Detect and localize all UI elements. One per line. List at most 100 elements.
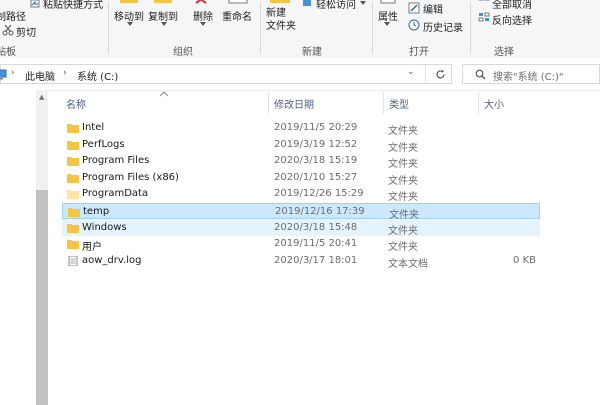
chevron-down-icon[interactable]: [127, 22, 133, 26]
file-name: aow_drv.log: [82, 255, 142, 266]
ribbon: 粘贴快捷方式 复制路径 剪切 贴板 移动到 复制到 删除 重命名 组织 新建文件…: [0, 0, 600, 59]
folder-icon: [67, 190, 79, 199]
folder-icon: [67, 157, 79, 166]
file-type: 文件夹: [388, 242, 418, 253]
edit-icon: [408, 2, 420, 14]
ribbon-divider: [470, 2, 471, 54]
ribbon-divider: [260, 2, 261, 54]
address-divider: [425, 65, 426, 83]
chevron-right-icon[interactable]: ›: [63, 68, 67, 78]
column-header-size[interactable]: 大小: [484, 96, 504, 111]
history-icon: [408, 19, 420, 31]
chevron-down-icon[interactable]: [161, 22, 167, 26]
file-row[interactable]: 用户 2019/11/5 20:41 文件夹: [62, 236, 540, 253]
column-header-date[interactable]: 修改日期: [274, 96, 314, 111]
file-row[interactable]: Intel 2019/11/5 20:29 文件夹: [62, 120, 540, 137]
new-folder-button[interactable]: 新建 文件夹: [266, 7, 296, 33]
folder-icon: [68, 208, 80, 217]
breadcrumb-system-c[interactable]: 系统 (C:): [77, 68, 118, 83]
column-divider[interactable]: [383, 92, 384, 114]
file-name: Intel: [82, 122, 105, 133]
file-type: 文件夹: [388, 226, 418, 237]
delete-button[interactable]: 删除: [193, 8, 213, 23]
file-row[interactable]: temp 2019/12/16 17:39 文件夹: [62, 203, 540, 221]
properties-button[interactable]: 属性: [378, 8, 398, 23]
column-divider[interactable]: [268, 92, 269, 114]
file-name: Program Files (x86): [82, 172, 179, 183]
file-date: 2020/1/10 15:27: [274, 172, 358, 183]
file-row[interactable]: aow_drv.log 2020/3/17 18:01 文本文档 0 KB: [62, 253, 540, 270]
easy-access-icon: [303, 0, 311, 6]
new-folder-icon: [270, 0, 290, 3]
chevron-down-icon[interactable]: [200, 22, 206, 26]
new-group-label: 新建: [302, 47, 322, 58]
file-name: temp: [83, 206, 110, 217]
open-group-label: 打开: [409, 47, 429, 58]
easy-access-button[interactable]: 轻松访问: [316, 0, 356, 11]
copy-path-button[interactable]: 复制路径: [0, 8, 26, 23]
pc-icon: [0, 69, 7, 80]
chevron-down-icon[interactable]: [360, 1, 366, 5]
select-group-label: 选择: [494, 47, 514, 58]
clipboard-group-label: 贴板: [0, 47, 16, 58]
edit-button[interactable]: 编辑: [423, 1, 443, 16]
file-date: 2019/11/5 20:29: [274, 122, 358, 133]
refresh-icon[interactable]: [435, 69, 446, 80]
file-type: 文件夹: [389, 210, 419, 221]
address-bar[interactable]: › 此电脑 › 系统 (C:) ⌄: [0, 64, 452, 84]
scroll-up-icon[interactable]: ▲: [39, 93, 44, 101]
file-row[interactable]: Program Files (x86) 2020/1/10 15:27 文件夹: [62, 170, 540, 187]
chevron-down-icon[interactable]: ⌄: [407, 67, 415, 77]
address-row: › 此电脑 › 系统 (C:) ⌄ 搜索"系统 (C:)": [0, 58, 600, 91]
nav-scrollbar[interactable]: ▲: [36, 90, 48, 405]
sort-up-icon: [159, 91, 169, 97]
file-date: 2019/12/26 15:29: [274, 188, 364, 199]
column-divider[interactable]: [478, 92, 479, 114]
paste-shortcut-button[interactable]: 粘贴快捷方式: [43, 0, 103, 11]
file-type: 文件夹: [388, 176, 418, 187]
invert-selection-button[interactable]: 反向选择: [492, 12, 532, 27]
copy-to-button[interactable]: 复制到: [148, 8, 178, 23]
breadcrumb-this-pc[interactable]: 此电脑: [25, 68, 55, 83]
ribbon-divider: [108, 2, 109, 54]
chevron-down-icon[interactable]: [384, 22, 390, 26]
file-date: 2019/3/19 12:52: [274, 139, 358, 150]
folder-icon: [67, 141, 79, 150]
history-button[interactable]: 历史记录: [423, 19, 463, 34]
column-header-name[interactable]: 名称: [66, 96, 86, 111]
search-box[interactable]: 搜索"系统 (C:)": [462, 64, 600, 84]
file-name: Program Files: [82, 155, 150, 166]
file-type: 文本文档: [388, 259, 428, 270]
select-none-button[interactable]: 全部取消: [492, 0, 532, 11]
file-name: Windows: [82, 222, 127, 233]
rename-icon: [228, 0, 248, 4]
properties-icon: [380, 0, 396, 4]
file-row[interactable]: Program Files 2020/3/18 15:19 文件夹: [62, 153, 540, 170]
folder-icon: [67, 124, 79, 133]
search-placeholder: 搜索"系统 (C:)": [493, 72, 564, 83]
text-file-icon: [68, 256, 78, 266]
copy-to-icon: [154, 0, 172, 3]
file-row[interactable]: PerfLogs 2019/3/19 12:52 文件夹: [62, 137, 540, 154]
nav-scrollbar-thumb[interactable]: [36, 190, 48, 405]
cut-button[interactable]: 剪切: [16, 24, 36, 39]
ribbon-divider: [372, 2, 373, 54]
column-header-type[interactable]: 类型: [389, 96, 409, 111]
chevron-right-icon[interactable]: ›: [11, 68, 15, 78]
file-date: 2020/3/17 18:01: [274, 255, 358, 266]
folder-icon: [67, 174, 79, 183]
file-row[interactable]: Windows 2020/3/18 15:48 文件夹: [62, 220, 540, 237]
file-date: 2020/3/18 15:48: [274, 222, 358, 233]
file-type: 文件夹: [388, 143, 418, 154]
delete-icon: [195, 0, 207, 4]
file-name: ProgramData: [82, 188, 149, 199]
file-size: 0 KB: [513, 255, 536, 266]
file-name: PerfLogs: [82, 139, 125, 150]
move-to-button[interactable]: 移动到: [114, 8, 144, 23]
rename-button[interactable]: 重命名: [222, 8, 252, 23]
organize-group-label: 组织: [173, 47, 193, 58]
paste-shortcut-icon: [30, 0, 40, 8]
folder-icon: [67, 240, 79, 249]
file-type: 文件夹: [388, 159, 418, 170]
file-row[interactable]: ProgramData 2019/12/26 15:29 文件夹: [62, 186, 540, 203]
